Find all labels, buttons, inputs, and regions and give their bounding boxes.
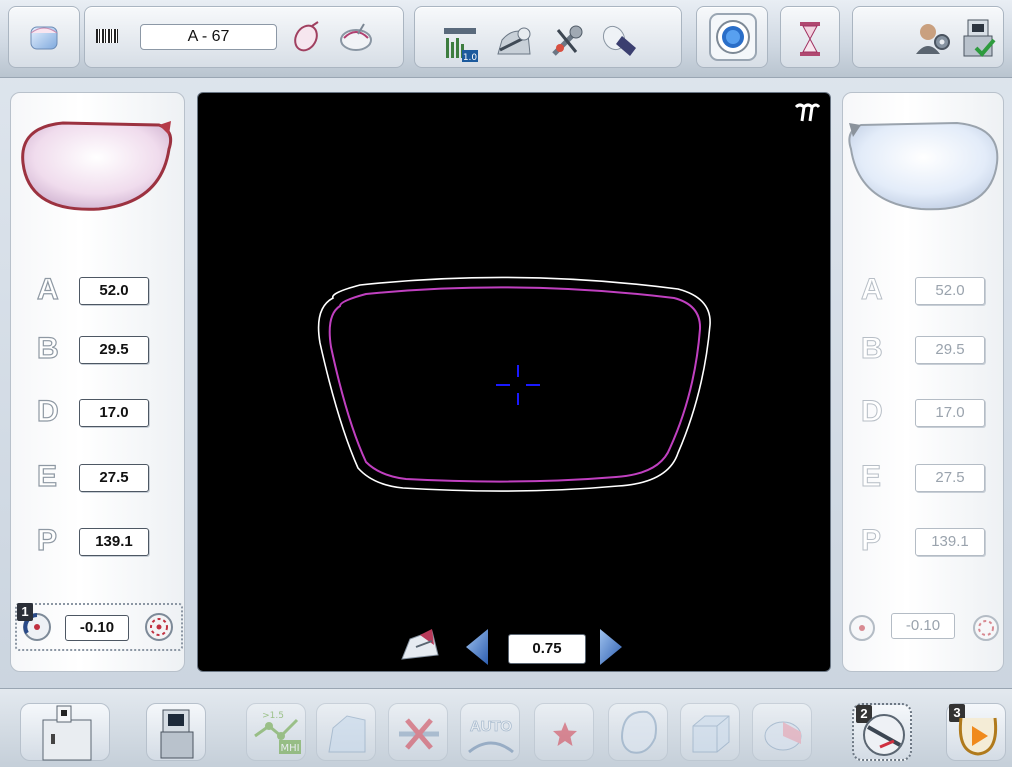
right-dim-row-p: P 139.1 [861, 524, 1001, 564]
dim-label-b: B [36, 331, 59, 365]
barcode-icon[interactable] [96, 29, 118, 43]
dim-label-a: A [861, 273, 884, 307]
dim-label-e: E [861, 460, 882, 494]
outer-lens-contour [317, 276, 711, 492]
step-3-start-button[interactable]: 3 [946, 703, 1006, 761]
left-dim-row-b: B 29.5 [36, 331, 177, 372]
mhi-graph-icon: MHI >1.5 [254, 711, 301, 754]
bevel-position-icon[interactable] [398, 625, 442, 665]
top-toolbar: A - 67 1.0 [0, 0, 1012, 78]
lens-shape-edit-icon[interactable] [290, 20, 324, 54]
left-lens-image [21, 121, 173, 211]
mhi-threshold-label: >1.5 [262, 711, 284, 721]
grooving-icon[interactable] [494, 24, 534, 58]
left-dim-row-p: P 139.1 [36, 523, 177, 564]
tool-settings-icon[interactable] [548, 22, 586, 60]
polish-icon[interactable] [600, 22, 638, 60]
dim-label-p: P [861, 524, 882, 558]
right-tolerance-value: -0.10 [891, 613, 955, 639]
mhi-button[interactable]: MHI >1.5 [246, 703, 306, 761]
left-dim-row-e: E 27.5 [36, 459, 177, 500]
right-dim-e-value: 27.5 [915, 464, 985, 492]
favorite-button[interactable] [534, 703, 594, 761]
edger-machine-icon [42, 705, 92, 761]
measure-scale-icon[interactable]: 1.0 [442, 24, 480, 64]
dim-label-a: A [36, 272, 59, 306]
inner-lens-contour [328, 286, 702, 483]
dim-label-d: D [36, 394, 59, 428]
right-dim-row-a: A 52.0 [861, 273, 1001, 313]
right-dim-a-value: 52.0 [915, 277, 985, 305]
auto-label: AUTO [469, 718, 513, 736]
tracer-icon [160, 709, 194, 759]
left-dim-row-d: D 17.0 [36, 394, 177, 435]
auto-button[interactable]: AUTO [460, 703, 520, 761]
lens-tint-icon [764, 721, 802, 751]
tolerance-step-badge: 1 [17, 603, 33, 621]
right-dim-p-value: 139.1 [915, 528, 985, 556]
tolerance-increase-icon[interactable] [143, 611, 175, 643]
left-dim-p-value[interactable]: 139.1 [79, 528, 149, 556]
right-dim-row-b: B 29.5 [861, 332, 1001, 372]
left-dim-e-value[interactable]: 27.5 [79, 464, 149, 492]
dim-label-b: B [861, 332, 884, 366]
zoom-value-field[interactable]: 0.75 [508, 634, 586, 664]
dim-label-p: P [36, 523, 58, 557]
lens-cube-icon[interactable] [27, 19, 63, 55]
mhi-label: MHI [280, 743, 299, 754]
dim-label-e: E [36, 459, 58, 493]
right-dim-b-value: 29.5 [915, 336, 985, 364]
step-2-grooving-button[interactable]: 2 [852, 703, 912, 761]
left-dim-b-value[interactable]: 29.5 [79, 336, 149, 364]
right-lens-image [848, 121, 999, 211]
target-view-icon[interactable] [708, 12, 758, 62]
bevel-shape-button[interactable] [316, 703, 376, 761]
lens-bevel-icon[interactable] [338, 20, 374, 54]
tolerance-decrease-icon [849, 615, 875, 641]
right-dim-d-value: 17.0 [915, 399, 985, 427]
play-icon [958, 717, 998, 756]
auto-curve-icon [468, 741, 514, 754]
lens-edge-icon [621, 710, 657, 754]
right-dim-row-d: D 17.0 [861, 395, 1001, 435]
no-drill-button[interactable] [388, 703, 448, 761]
right-tolerance-group: -0.10 [845, 603, 1003, 651]
center-crosshair [496, 365, 540, 405]
lens-menu-segment [8, 6, 80, 68]
hourglass-icon[interactable] [797, 20, 823, 58]
lens-edge-button[interactable] [608, 703, 668, 761]
left-tolerance-group: 1 -0.10 [15, 603, 183, 651]
left-dim-row-a: A 52.0 [36, 272, 177, 313]
user-settings-icon[interactable] [914, 20, 952, 58]
dim-label-d: D [861, 395, 884, 429]
no-drill-icon [399, 718, 439, 750]
lens-cube-icon [692, 715, 730, 753]
bottom-toolbar: MHI >1.5 AUTO 2 3 [0, 688, 1012, 767]
tolerance-increase-icon [973, 615, 999, 641]
zoom-prev-arrow-icon[interactable] [464, 627, 490, 667]
edger-machine-button[interactable] [20, 703, 110, 761]
left-tolerance-value[interactable]: -0.10 [65, 615, 129, 641]
left-lens-panel: A 52.0 B 29.5 D 17.0 E 27.5 P 139.1 1 -0… [10, 92, 185, 672]
machine-check-icon[interactable] [958, 18, 998, 60]
lens-tint-button[interactable] [752, 703, 812, 761]
zoom-next-arrow-icon[interactable] [598, 627, 624, 667]
lens-cube-button[interactable] [680, 703, 740, 761]
grooving-step-icon [863, 714, 905, 756]
left-dim-a-value[interactable]: 52.0 [79, 277, 149, 305]
right-lens-panel: A 52.0 B 29.5 D 17.0 E 27.5 P 139.1 -0.1… [842, 92, 1004, 672]
lens-contour-view [317, 276, 711, 492]
lens-shape-display[interactable]: 0.75 [197, 92, 831, 672]
right-dim-row-e: E 27.5 [861, 460, 1001, 500]
star-icon [553, 722, 577, 746]
left-dim-d-value[interactable]: 17.0 [79, 399, 149, 427]
svg-text:1.0: 1.0 [463, 53, 478, 63]
bevel-shape-icon [328, 715, 366, 753]
frame-type-icon[interactable] [794, 101, 820, 123]
job-number-field[interactable]: A - 67 [140, 24, 277, 50]
tracer-button[interactable] [146, 703, 206, 761]
